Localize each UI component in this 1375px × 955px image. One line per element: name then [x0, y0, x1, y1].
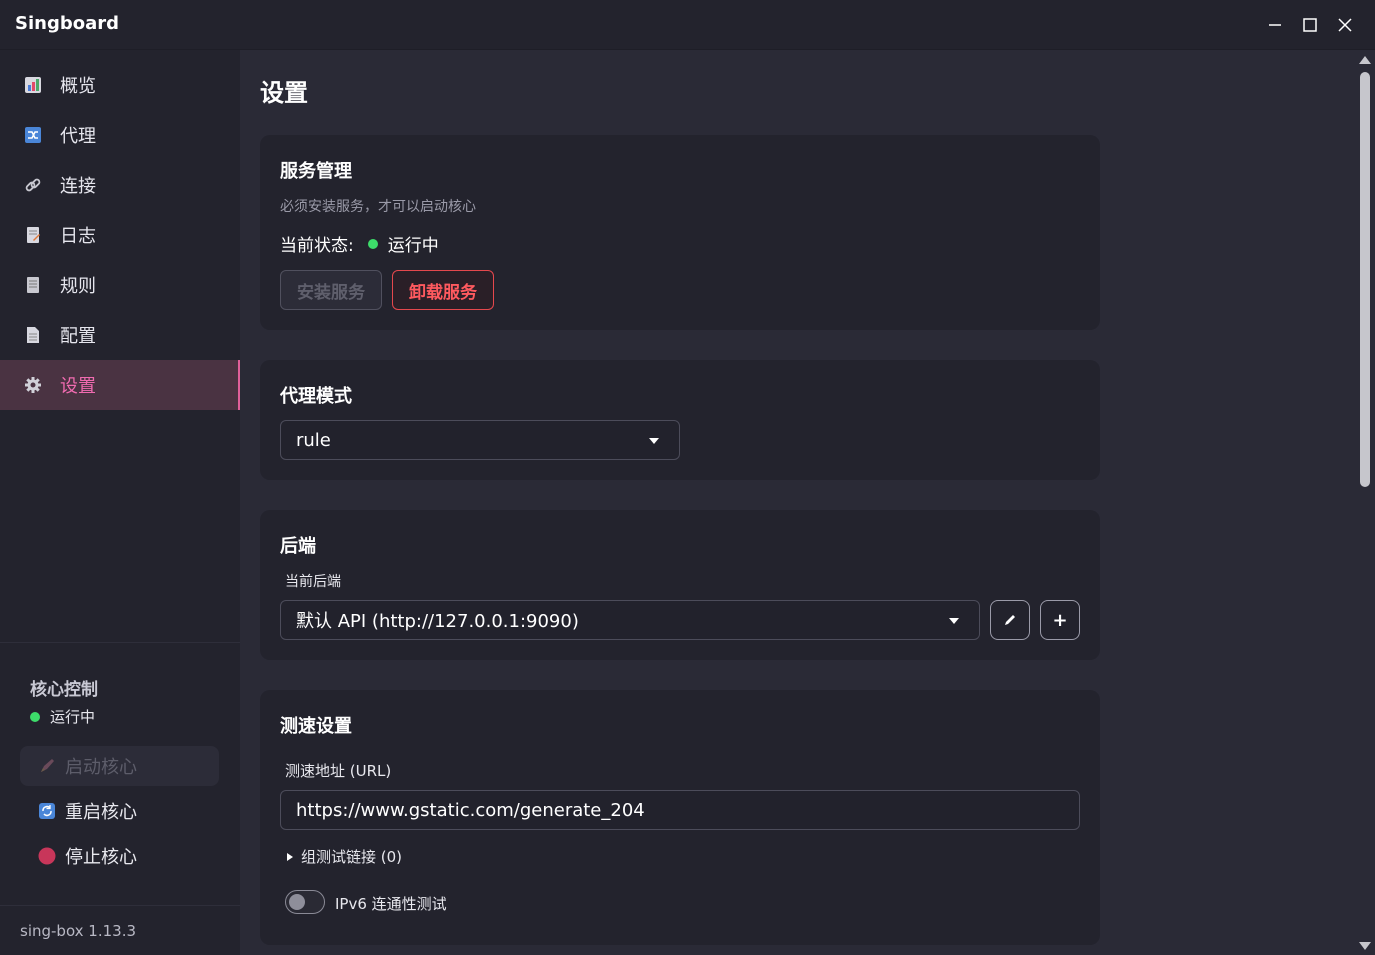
- rocket-icon: [38, 757, 56, 775]
- core-status-text: 运行中: [50, 708, 96, 726]
- scroll-up-icon[interactable]: [1359, 56, 1371, 64]
- chevron-down-icon: [949, 618, 959, 624]
- sidebar-item-label: 设置: [60, 376, 96, 397]
- sidebar-item-rules[interactable]: 规则: [0, 260, 240, 310]
- speedtest-title: 测速设置: [280, 716, 352, 737]
- title-bar: Singboard: [0, 0, 1375, 50]
- minimize-button[interactable]: [1262, 12, 1288, 38]
- status-dot-icon: [30, 711, 40, 722]
- stop-core-button[interactable]: 停止核心: [20, 836, 219, 876]
- pencil-icon: [1005, 615, 1015, 625]
- status-dot-icon: [367, 238, 378, 249]
- ipv6-label: IPv6 连通性测试: [335, 895, 447, 913]
- ipv6-toggle[interactable]: [285, 890, 325, 914]
- sidebar-item-label: 配置: [60, 326, 96, 347]
- status-value: 运行中: [387, 236, 439, 256]
- restart-core-button[interactable]: 重启核心: [20, 791, 219, 831]
- service-hint: 必须安装服务，才可以启动核心: [280, 199, 476, 215]
- speedtest-card: 测速设置 测速地址 (URL) https://www.gstatic.com/…: [260, 690, 1100, 945]
- sidebar-item-label: 规则: [60, 276, 96, 297]
- service-title: 服务管理: [280, 161, 352, 182]
- page-title: 设置: [260, 79, 308, 107]
- chart-icon: [23, 75, 43, 95]
- app-title: Singboard: [15, 13, 119, 34]
- group-links-label: 组测试链接 (0): [301, 848, 403, 866]
- backend-value: 默认 API (http://127.0.0.1:9090): [296, 611, 579, 632]
- edit-backend-button[interactable]: [990, 600, 1030, 640]
- sidebar-item-logs[interactable]: 日志: [0, 210, 240, 260]
- scroll-down-icon[interactable]: [1359, 942, 1371, 950]
- minimize-icon: [1269, 24, 1281, 26]
- proxy-mode-title: 代理模式: [280, 386, 352, 407]
- sidebar-item-config[interactable]: 配置: [0, 310, 240, 360]
- proxy-mode-card: 代理模式 rule: [260, 360, 1100, 480]
- sidebar-item-overview[interactable]: 概览: [0, 60, 240, 110]
- scrollbar-thumb[interactable]: [1360, 72, 1370, 487]
- maximize-icon: [1303, 18, 1317, 32]
- start-core-button[interactable]: 启动核心: [20, 746, 219, 786]
- backend-card: 后端 当前后端 默认 API (http://127.0.0.1:9090) +: [260, 510, 1100, 660]
- start-core-label: 启动核心: [65, 757, 137, 778]
- service-card: 服务管理 必须安装服务，才可以启动核心 当前状态: 运行中 安装服务 卸载服务: [260, 135, 1100, 330]
- link-icon: [23, 175, 43, 195]
- status-label: 当前状态:: [280, 236, 354, 256]
- service-status: 当前状态: 运行中: [280, 231, 439, 256]
- sidebar-item-label: 连接: [60, 176, 96, 197]
- stop-core-label: 停止核心: [65, 847, 137, 868]
- install-service-button[interactable]: 安装服务: [280, 270, 382, 310]
- gear-icon: [23, 375, 43, 395]
- sidebar-item-connections[interactable]: 连接: [0, 160, 240, 210]
- shuffle-icon: [23, 125, 43, 145]
- proxy-mode-select[interactable]: rule: [280, 420, 680, 460]
- speedtest-url-input[interactable]: https://www.gstatic.com/generate_204: [280, 790, 1080, 830]
- add-backend-button[interactable]: +: [1040, 600, 1080, 640]
- backend-title: 后端: [280, 536, 316, 557]
- sidebar-item-label: 概览: [60, 76, 96, 97]
- log-icon: [23, 225, 43, 245]
- document-icon: [23, 325, 43, 345]
- divider: [0, 642, 240, 643]
- divider: [0, 905, 240, 906]
- uninstall-service-button[interactable]: 卸载服务: [392, 270, 494, 310]
- rules-icon: [23, 275, 43, 295]
- sidebar-item-label: 代理: [60, 126, 96, 147]
- chevron-down-icon: [649, 438, 659, 444]
- proxy-mode-value: rule: [296, 429, 331, 451]
- sidebar-item-settings[interactable]: 设置: [0, 360, 240, 410]
- group-links-toggle[interactable]: 组测试链接 (0): [285, 846, 402, 867]
- version-text: sing-box 1.13.3: [20, 922, 137, 940]
- speedtest-url-label: 测速地址 (URL): [285, 762, 392, 780]
- backend-select[interactable]: 默认 API (http://127.0.0.1:9090): [280, 600, 980, 640]
- core-status: 运行中: [30, 706, 95, 727]
- maximize-button[interactable]: [1297, 12, 1323, 38]
- restart-icon: [38, 802, 56, 820]
- restart-core-label: 重启核心: [65, 802, 137, 823]
- sidebar-item-label: 日志: [60, 226, 96, 247]
- stop-icon: [38, 847, 56, 865]
- triangle-right-icon: [287, 852, 293, 861]
- sidebar-item-proxy[interactable]: 代理: [0, 110, 240, 160]
- main-content: 设置 服务管理 必须安装服务，才可以启动核心 当前状态: 运行中 安装服务 卸载…: [240, 50, 1355, 955]
- close-button[interactable]: [1332, 12, 1358, 38]
- sidebar: 概览 代理 连接 日志 规则 配置 设置 核心控制 运行中 启动核心 重启核心 …: [0, 50, 240, 955]
- current-backend-label: 当前后端: [285, 574, 341, 590]
- toggle-knob: [289, 894, 305, 910]
- core-control-title: 核心控制: [30, 680, 98, 700]
- close-icon: [1338, 18, 1352, 32]
